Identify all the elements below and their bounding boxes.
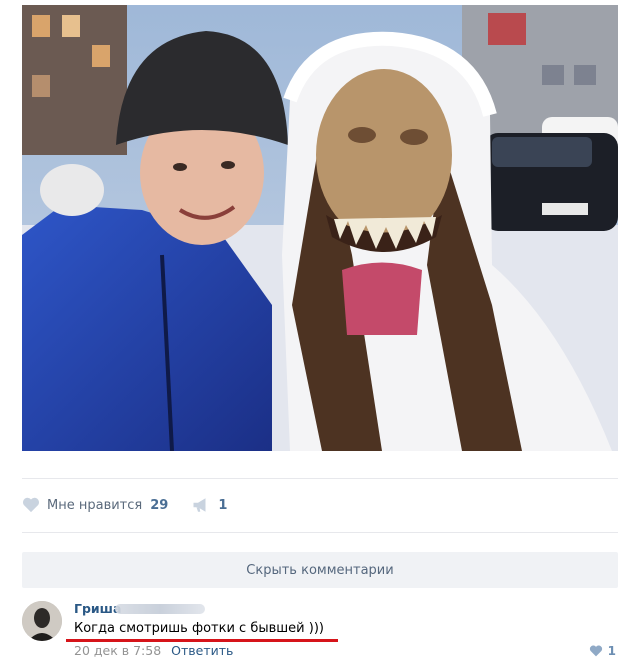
post-actions: Мне нравится 29 1 [22, 490, 227, 520]
red-underline [66, 639, 338, 642]
comment-text: Когда смотришь фотки с бывшей ))) [74, 621, 324, 636]
avatar-image [22, 601, 62, 641]
avatar[interactable] [22, 601, 62, 641]
share-count: 1 [218, 497, 228, 513]
photo-illustration [22, 5, 618, 451]
divider-top [22, 478, 618, 479]
post-photo[interactable] [22, 5, 618, 451]
heart-icon [22, 497, 40, 513]
comment: Гриша Когда смотришь фотки с бывшей ))) … [22, 598, 618, 668]
comment-like-count: 1 [607, 644, 616, 658]
comment-meta: 20 дек в 7:58 Ответить [74, 643, 233, 658]
comment-date[interactable]: 20 дек в 7:58 [74, 643, 161, 658]
share-button[interactable]: 1 [192, 497, 227, 513]
megaphone-icon [193, 498, 206, 512]
like-button[interactable]: Мне нравится 29 [22, 497, 168, 513]
like-count: 29 [150, 497, 169, 513]
hide-comments-label: Скрыть комментарии [246, 562, 394, 578]
divider-bottom [22, 532, 618, 533]
comment-like-button[interactable]: 1 [589, 644, 616, 658]
reply-link[interactable]: Ответить [171, 643, 233, 658]
blurred-surname [115, 604, 205, 614]
hide-comments-button[interactable]: Скрыть комментарии [22, 552, 618, 588]
like-label: Мне нравится [47, 497, 143, 513]
heart-icon [589, 645, 602, 657]
